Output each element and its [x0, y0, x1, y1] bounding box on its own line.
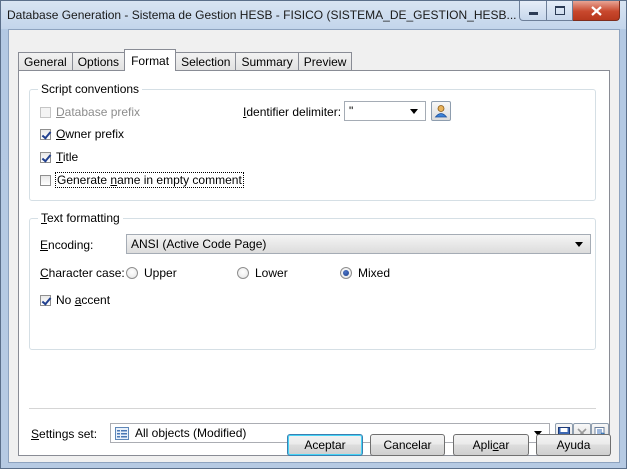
minimize-button[interactable]: [519, 1, 547, 21]
script-conventions-group: Script conventions Database prefix Ident…: [29, 82, 596, 201]
caption-buttons: [519, 1, 620, 21]
tab-options[interactable]: Options: [71, 52, 126, 71]
tab-strip: General Options Format Selection Summary…: [18, 49, 353, 71]
checkbox-box: [40, 128, 51, 140]
chevron-down-icon: [575, 241, 583, 247]
maximize-button[interactable]: [547, 1, 573, 21]
tab-summary[interactable]: Summary: [235, 52, 299, 71]
tab-preview[interactable]: Preview: [297, 52, 353, 71]
database-prefix-checkbox[interactable]: Database prefix: [40, 105, 140, 119]
radio-dot: [340, 267, 352, 279]
checkbox-box: [40, 151, 51, 163]
character-case-label: Character case:: [40, 266, 125, 280]
radio-dot: [126, 267, 138, 279]
text-formatting-title: Text formatting: [38, 211, 123, 225]
case-mixed-radio[interactable]: Mixed: [340, 266, 390, 280]
list-icon: [115, 426, 129, 440]
chevron-down-icon: [410, 108, 418, 114]
checkbox-label: Generate name in empty comment: [55, 172, 244, 188]
script-conventions-title: Script conventions: [38, 82, 143, 96]
radio-label: Lower: [255, 266, 288, 280]
checkbox-label: No accent: [56, 293, 111, 307]
close-button[interactable]: [573, 1, 620, 21]
identifier-delimiter-value: ": [349, 104, 354, 118]
tab-format[interactable]: Format: [124, 49, 177, 71]
case-lower-radio[interactable]: Lower: [237, 266, 288, 280]
title-checkbox[interactable]: Title: [40, 150, 78, 164]
apply-button[interactable]: Aplicar: [453, 434, 529, 456]
radio-label: Upper: [144, 266, 177, 280]
encoding-label: Encoding:: [40, 238, 94, 252]
cancel-button[interactable]: Cancelar: [370, 434, 445, 456]
checkbox-label: Owner prefix: [56, 127, 125, 141]
radio-label: Mixed: [358, 266, 391, 280]
no-accent-checkbox[interactable]: No accent: [40, 293, 110, 307]
identifier-delimiter-select[interactable]: ": [344, 101, 426, 121]
identifier-delimiter-label: Identifier delimiter:: [243, 105, 342, 119]
case-upper-radio[interactable]: Upper: [126, 266, 177, 280]
user-picker-icon: [434, 105, 448, 118]
checkbox-box: [40, 174, 51, 186]
settings-set-label: Settings set:: [31, 427, 98, 441]
settings-separator: [29, 408, 596, 409]
close-icon: [590, 5, 602, 16]
encoding-value: ANSI (Active Code Page): [131, 237, 267, 251]
dialog-window: Database Generation - Sistema de Gestion…: [0, 0, 627, 469]
encoding-select[interactable]: ANSI (Active Code Page): [126, 234, 591, 254]
checkbox-box: [40, 106, 51, 118]
dialog-client-area: General Options Format Selection Summary…: [8, 29, 620, 463]
checkbox-label: Title: [56, 150, 79, 164]
owner-prefix-checkbox[interactable]: Owner prefix: [40, 127, 124, 141]
apply-button-label: Aplicar: [472, 438, 510, 452]
generate-name-checkbox[interactable]: Generate name in empty comment: [40, 172, 244, 188]
checkbox-box: [40, 294, 51, 306]
delimiter-picker-button[interactable]: [431, 101, 451, 121]
accept-button[interactable]: Aceptar: [287, 434, 363, 456]
window-title: Database Generation - Sistema de Gestion…: [7, 8, 517, 22]
maximize-icon: [554, 6, 565, 15]
help-button[interactable]: Ayuda: [536, 434, 611, 456]
tab-selection[interactable]: Selection: [175, 52, 237, 71]
format-tab-page: Script conventions Database prefix Ident…: [18, 70, 610, 456]
title-bar[interactable]: Database Generation - Sistema de Gestion…: [1, 1, 626, 29]
minimize-icon: [528, 12, 538, 15]
checkbox-label: Database prefix: [56, 105, 141, 119]
radio-dot: [237, 267, 249, 279]
tab-general[interactable]: General: [18, 52, 73, 71]
text-formatting-group: Text formatting Encoding: ANSI (Active C…: [29, 211, 596, 350]
